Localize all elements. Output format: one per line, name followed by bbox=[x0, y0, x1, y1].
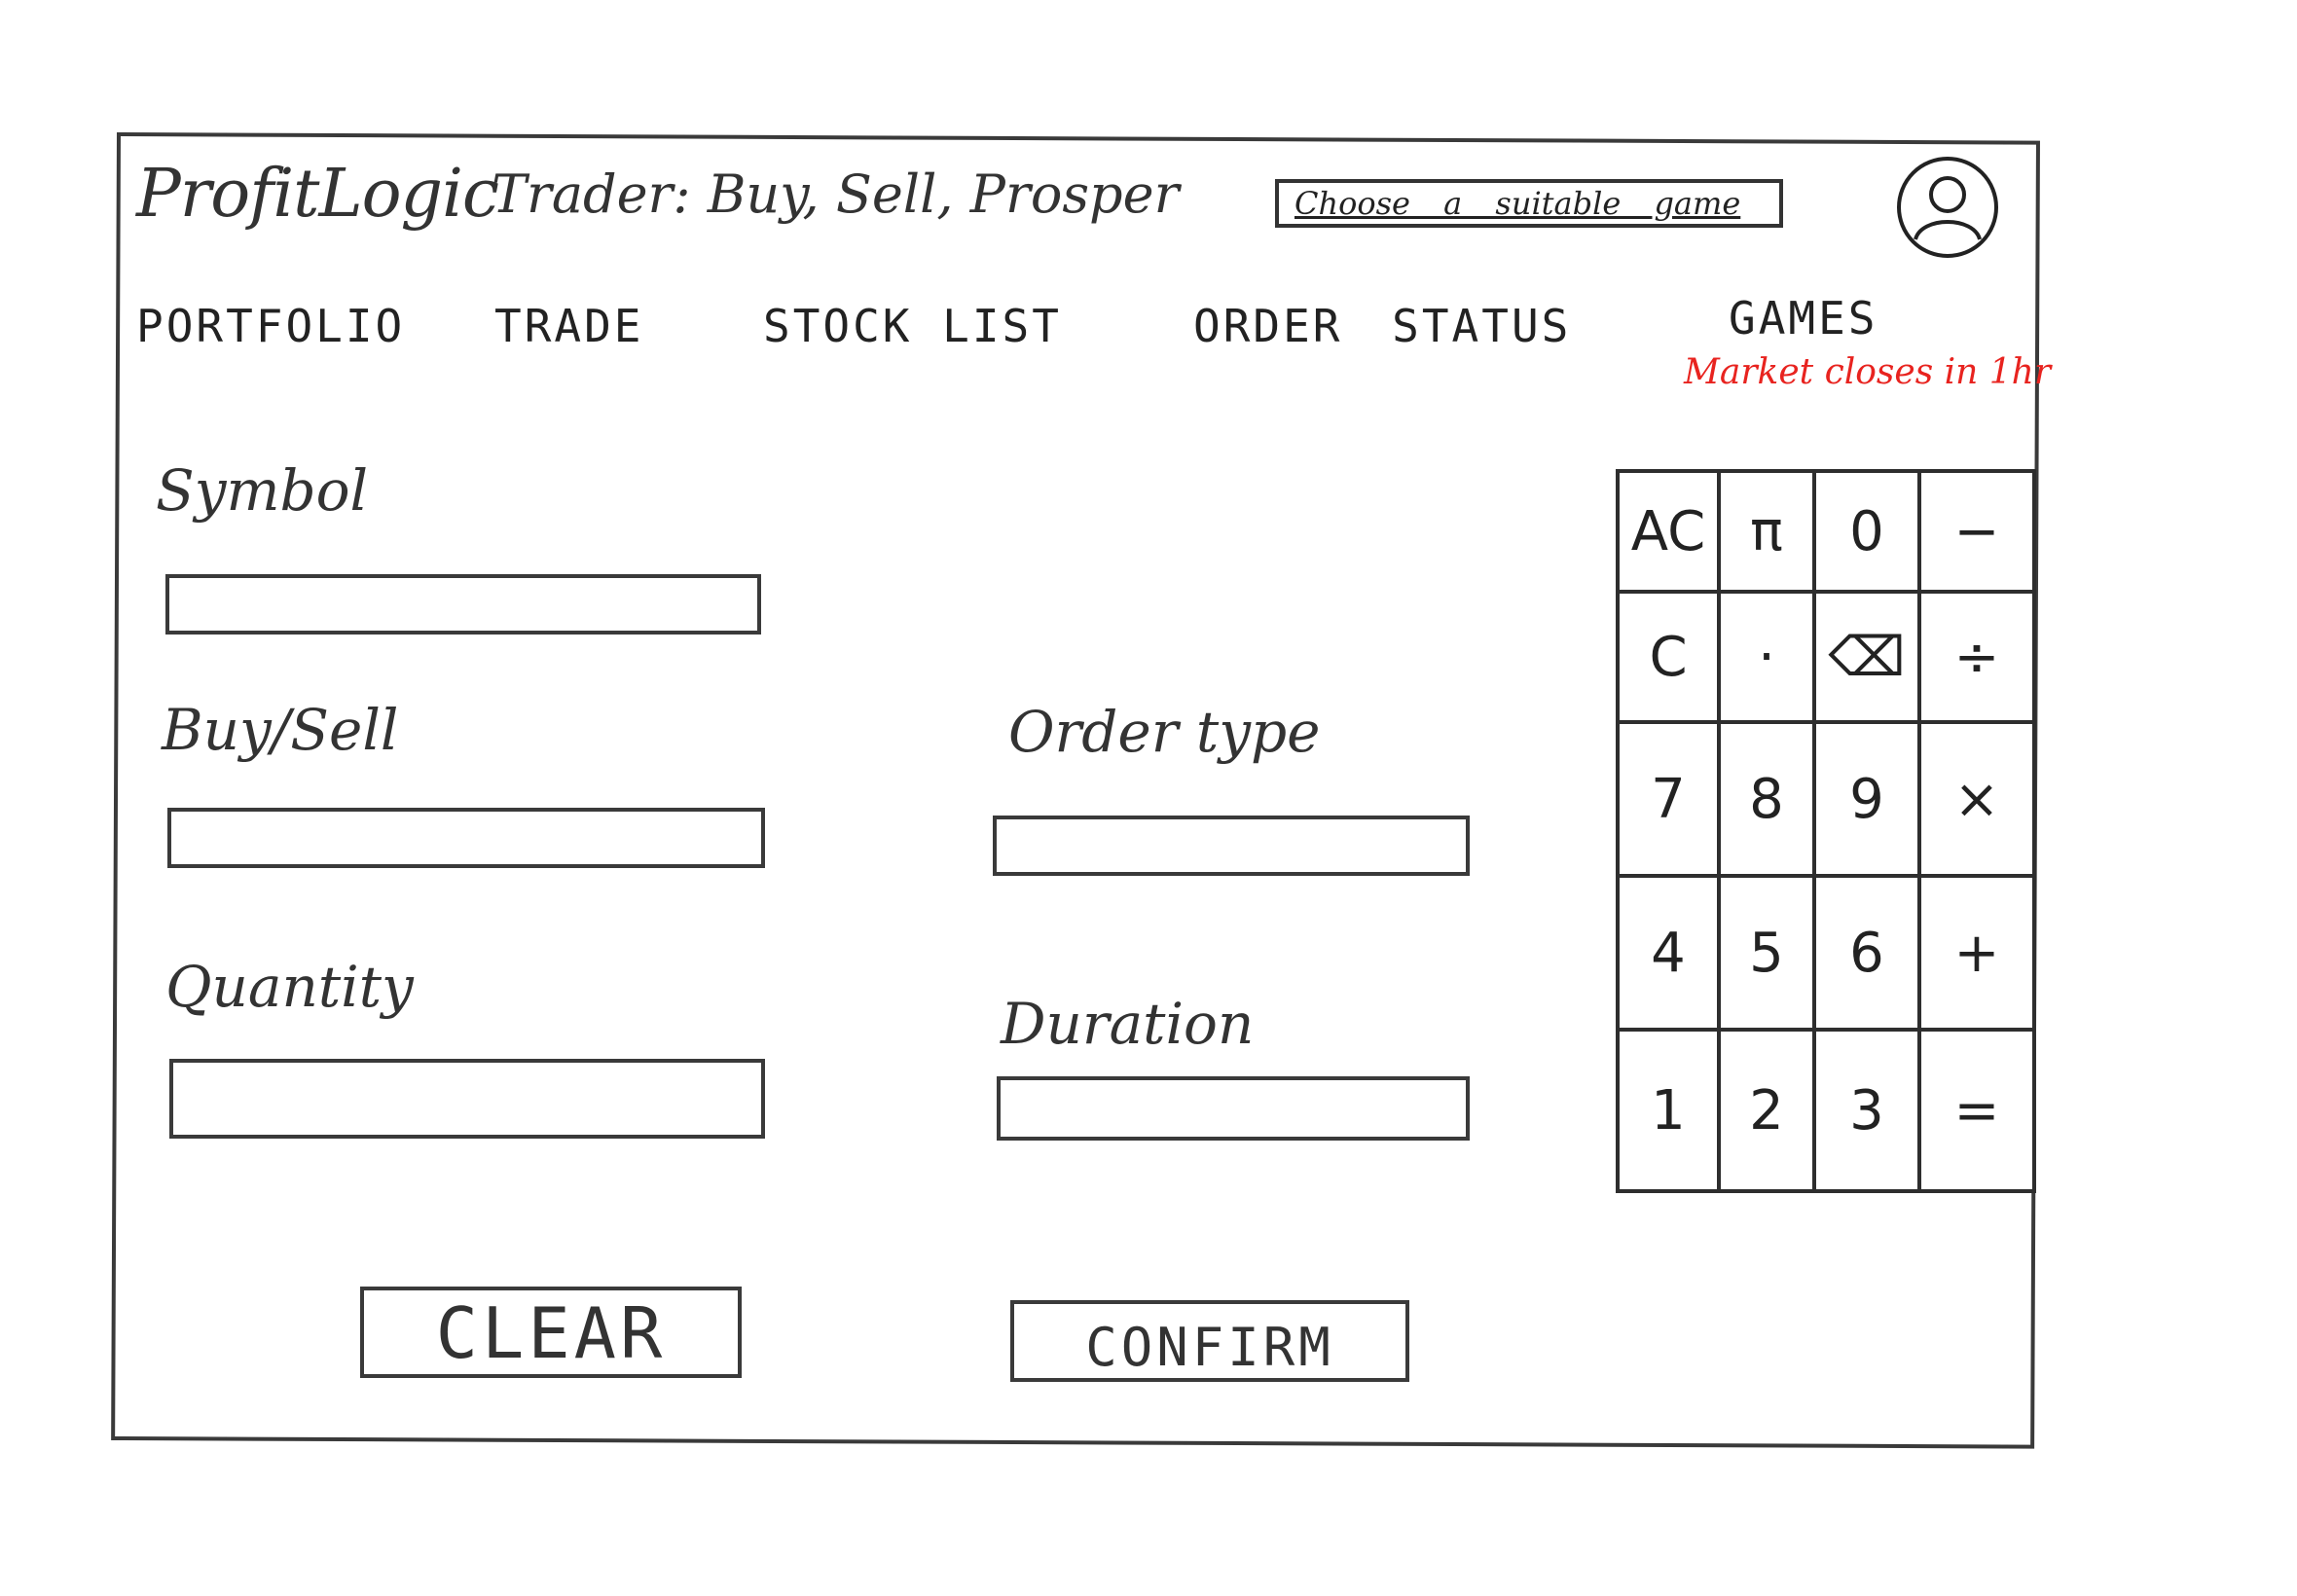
calc-key-7[interactable]: 7 bbox=[1620, 724, 1721, 878]
calc-key-equals[interactable]: = bbox=[1921, 1032, 2032, 1189]
nav-trade[interactable]: TRADE bbox=[494, 300, 643, 352]
calc-key-multiply[interactable]: × bbox=[1921, 724, 2032, 878]
nav-order-status[interactable]: ORDER STATUS bbox=[1193, 300, 1571, 352]
user-avatar-icon[interactable] bbox=[1894, 154, 2001, 261]
nav-stock-list[interactable]: STOCK LIST bbox=[763, 300, 1062, 352]
app-title: ProfitLogic bbox=[136, 156, 499, 233]
nav-games[interactable]: GAMES bbox=[1729, 292, 1878, 345]
calc-key-1[interactable]: 1 bbox=[1620, 1032, 1721, 1189]
calc-key-minus[interactable]: − bbox=[1921, 473, 2032, 594]
symbol-input[interactable] bbox=[165, 574, 761, 635]
market-close-notice: Market closes in 1hr bbox=[1684, 352, 2052, 392]
app-tagline: Trader: Buy, Sell, Prosper bbox=[492, 163, 1180, 225]
calc-key-4[interactable]: 4 bbox=[1620, 878, 1721, 1032]
calc-key-pi[interactable]: π bbox=[1721, 473, 1816, 594]
buy-sell-label: Buy/Sell bbox=[162, 697, 399, 763]
duration-label: Duration bbox=[1001, 991, 1255, 1057]
order-type-input[interactable] bbox=[993, 816, 1470, 876]
symbol-label: Symbol bbox=[156, 457, 369, 524]
calc-key-2[interactable]: 2 bbox=[1721, 1032, 1816, 1189]
buy-sell-input[interactable] bbox=[167, 808, 765, 868]
calculator-keypad: AC π 0 − C · ⌫ ÷ 7 8 9 × 4 5 6 + 1 2 3 = bbox=[1616, 469, 2036, 1193]
calc-key-c[interactable]: C bbox=[1620, 594, 1721, 724]
calc-key-3[interactable]: 3 bbox=[1816, 1032, 1921, 1189]
quantity-label: Quantity bbox=[165, 954, 414, 1020]
calc-key-5[interactable]: 5 bbox=[1721, 878, 1816, 1032]
quantity-input[interactable] bbox=[169, 1059, 765, 1139]
game-select-dropdown[interactable]: Choose a suitable game bbox=[1275, 179, 1783, 228]
calc-key-6[interactable]: 6 bbox=[1816, 878, 1921, 1032]
calc-key-plus[interactable]: + bbox=[1921, 878, 2032, 1032]
calc-key-ac[interactable]: AC bbox=[1620, 473, 1721, 594]
calc-key-8[interactable]: 8 bbox=[1721, 724, 1816, 878]
duration-input[interactable] bbox=[997, 1076, 1470, 1141]
calc-key-decimal[interactable]: · bbox=[1721, 594, 1816, 724]
calc-key-divide[interactable]: ÷ bbox=[1921, 594, 2032, 724]
confirm-button[interactable]: CONFIRM bbox=[1010, 1300, 1409, 1382]
nav-portfolio[interactable]: PORTFOLIO bbox=[136, 300, 405, 352]
clear-button[interactable]: CLEAR bbox=[360, 1287, 742, 1378]
order-type-label: Order type bbox=[1008, 699, 1321, 765]
backspace-icon[interactable]: ⌫ bbox=[1816, 594, 1921, 724]
calc-key-0[interactable]: 0 bbox=[1816, 473, 1921, 594]
calc-key-9[interactable]: 9 bbox=[1816, 724, 1921, 878]
